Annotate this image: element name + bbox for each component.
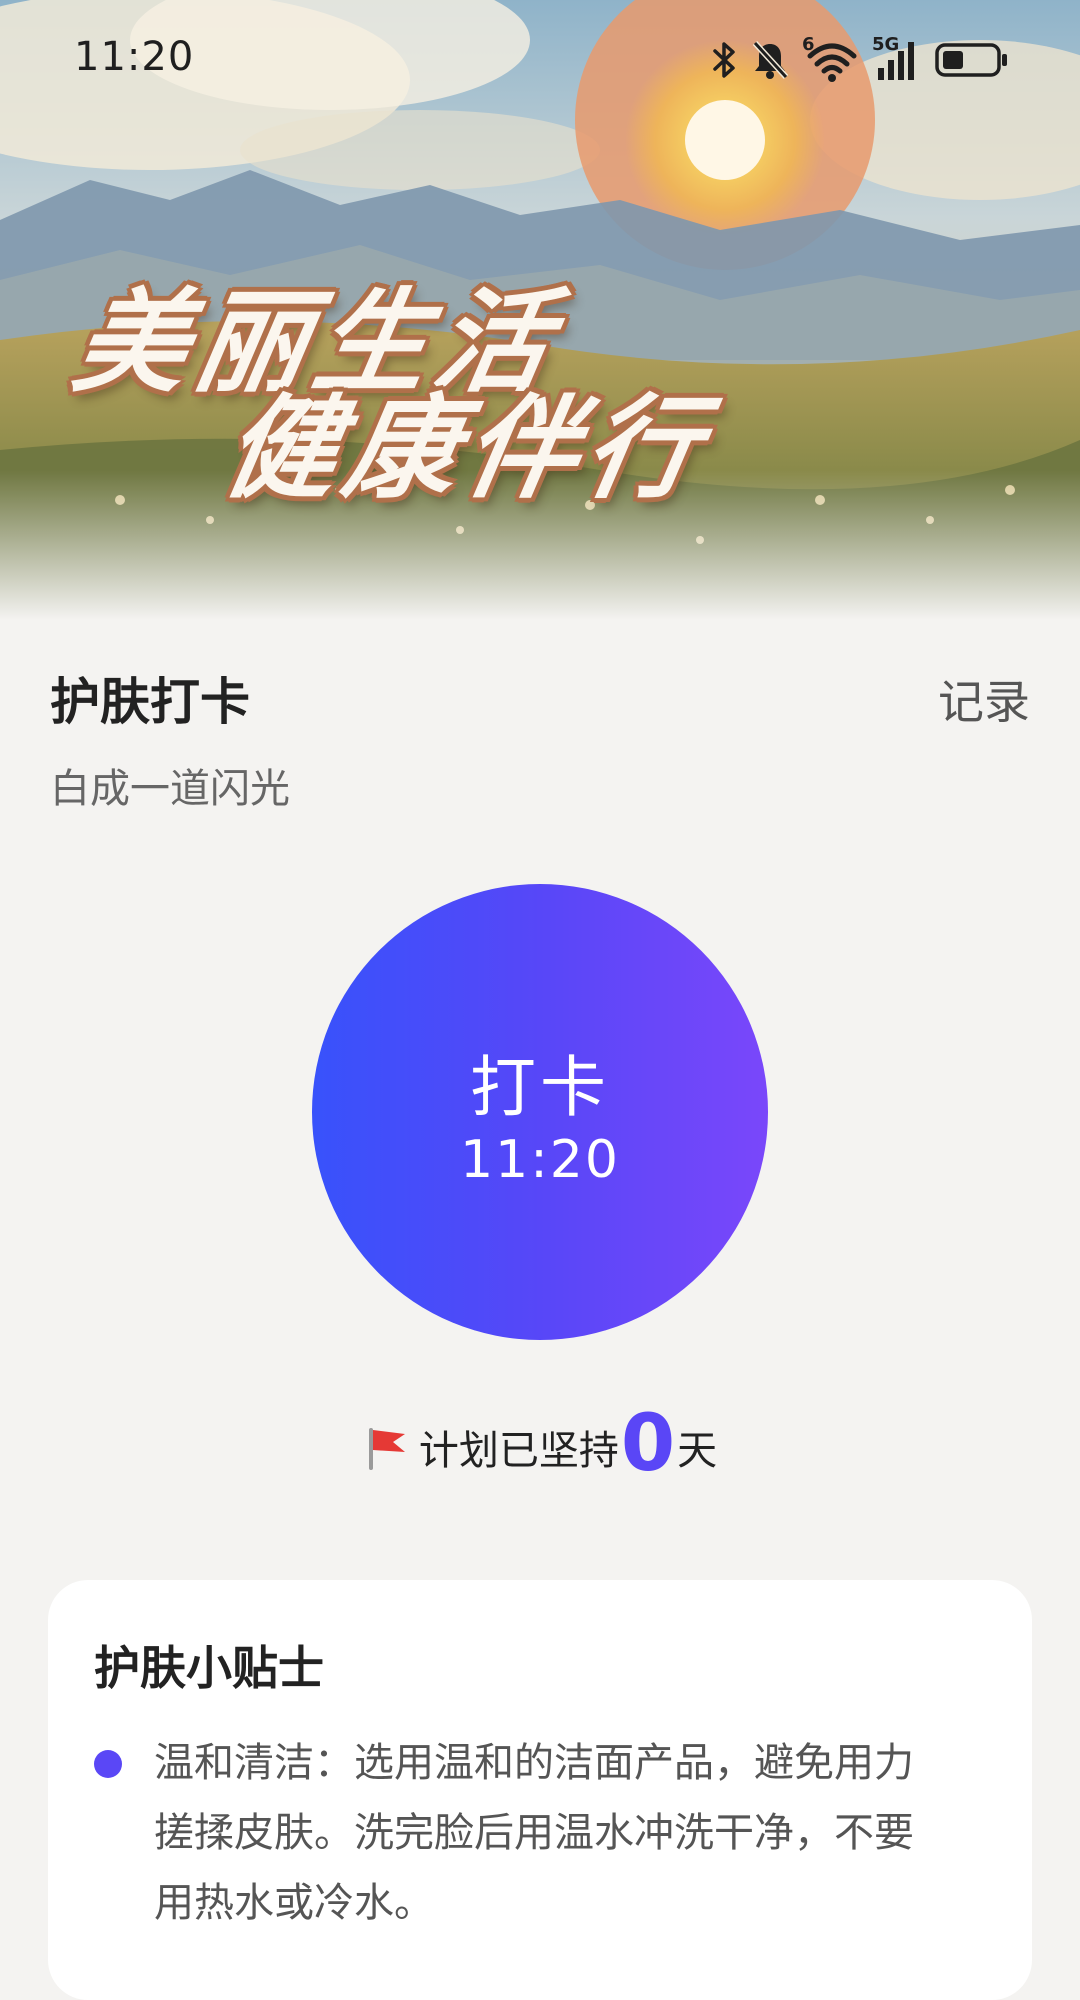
status-icons: 6 5G xyxy=(712,34,1010,84)
5g-signal-icon: 5G xyxy=(872,34,920,82)
streak-count: 0 xyxy=(620,1399,676,1489)
bell-off-icon xyxy=(752,40,788,80)
battery-icon xyxy=(935,43,1007,77)
red-flag-icon xyxy=(368,1428,405,1470)
hero-title-line2: 健康伴行 xyxy=(214,384,718,514)
status-bar: 11:20 6 5G xyxy=(0,0,1080,120)
streak-unit: 天 xyxy=(677,1428,718,1474)
tip-item: 温和清洁：选用温和的洁面产品，避免用力搓揉皮肤。洗完脸后用温水冲洗干净，不要用热… xyxy=(154,1740,914,1926)
wifi-icon: 6 xyxy=(802,34,858,82)
tips-title: 护肤小贴士 xyxy=(94,1641,324,1695)
page-subtitle: 白成一道闪光 xyxy=(50,766,290,812)
record-link[interactable]: 记录 xyxy=(938,666,1030,732)
bullet-dot-icon xyxy=(94,1750,122,1778)
page-title: 护肤打卡 xyxy=(50,673,250,731)
streak-summary: 计划已坚持 0 天 xyxy=(0,1404,1080,1484)
tips-card: 护肤小贴士 温和清洁：选用温和的洁面产品，避免用力搓揉皮肤。洗完脸后用温水冲洗干… xyxy=(48,1580,1032,2000)
checkin-label: 打卡 xyxy=(470,1049,610,1126)
bluetooth-icon xyxy=(713,42,735,78)
streak-prefix: 计划已坚持 xyxy=(418,1428,619,1474)
status-time: 11:20 xyxy=(74,34,195,80)
checkin-time: 11:20 xyxy=(460,1130,620,1190)
checkin-button[interactable]: 打卡 11:20 xyxy=(312,884,768,1340)
